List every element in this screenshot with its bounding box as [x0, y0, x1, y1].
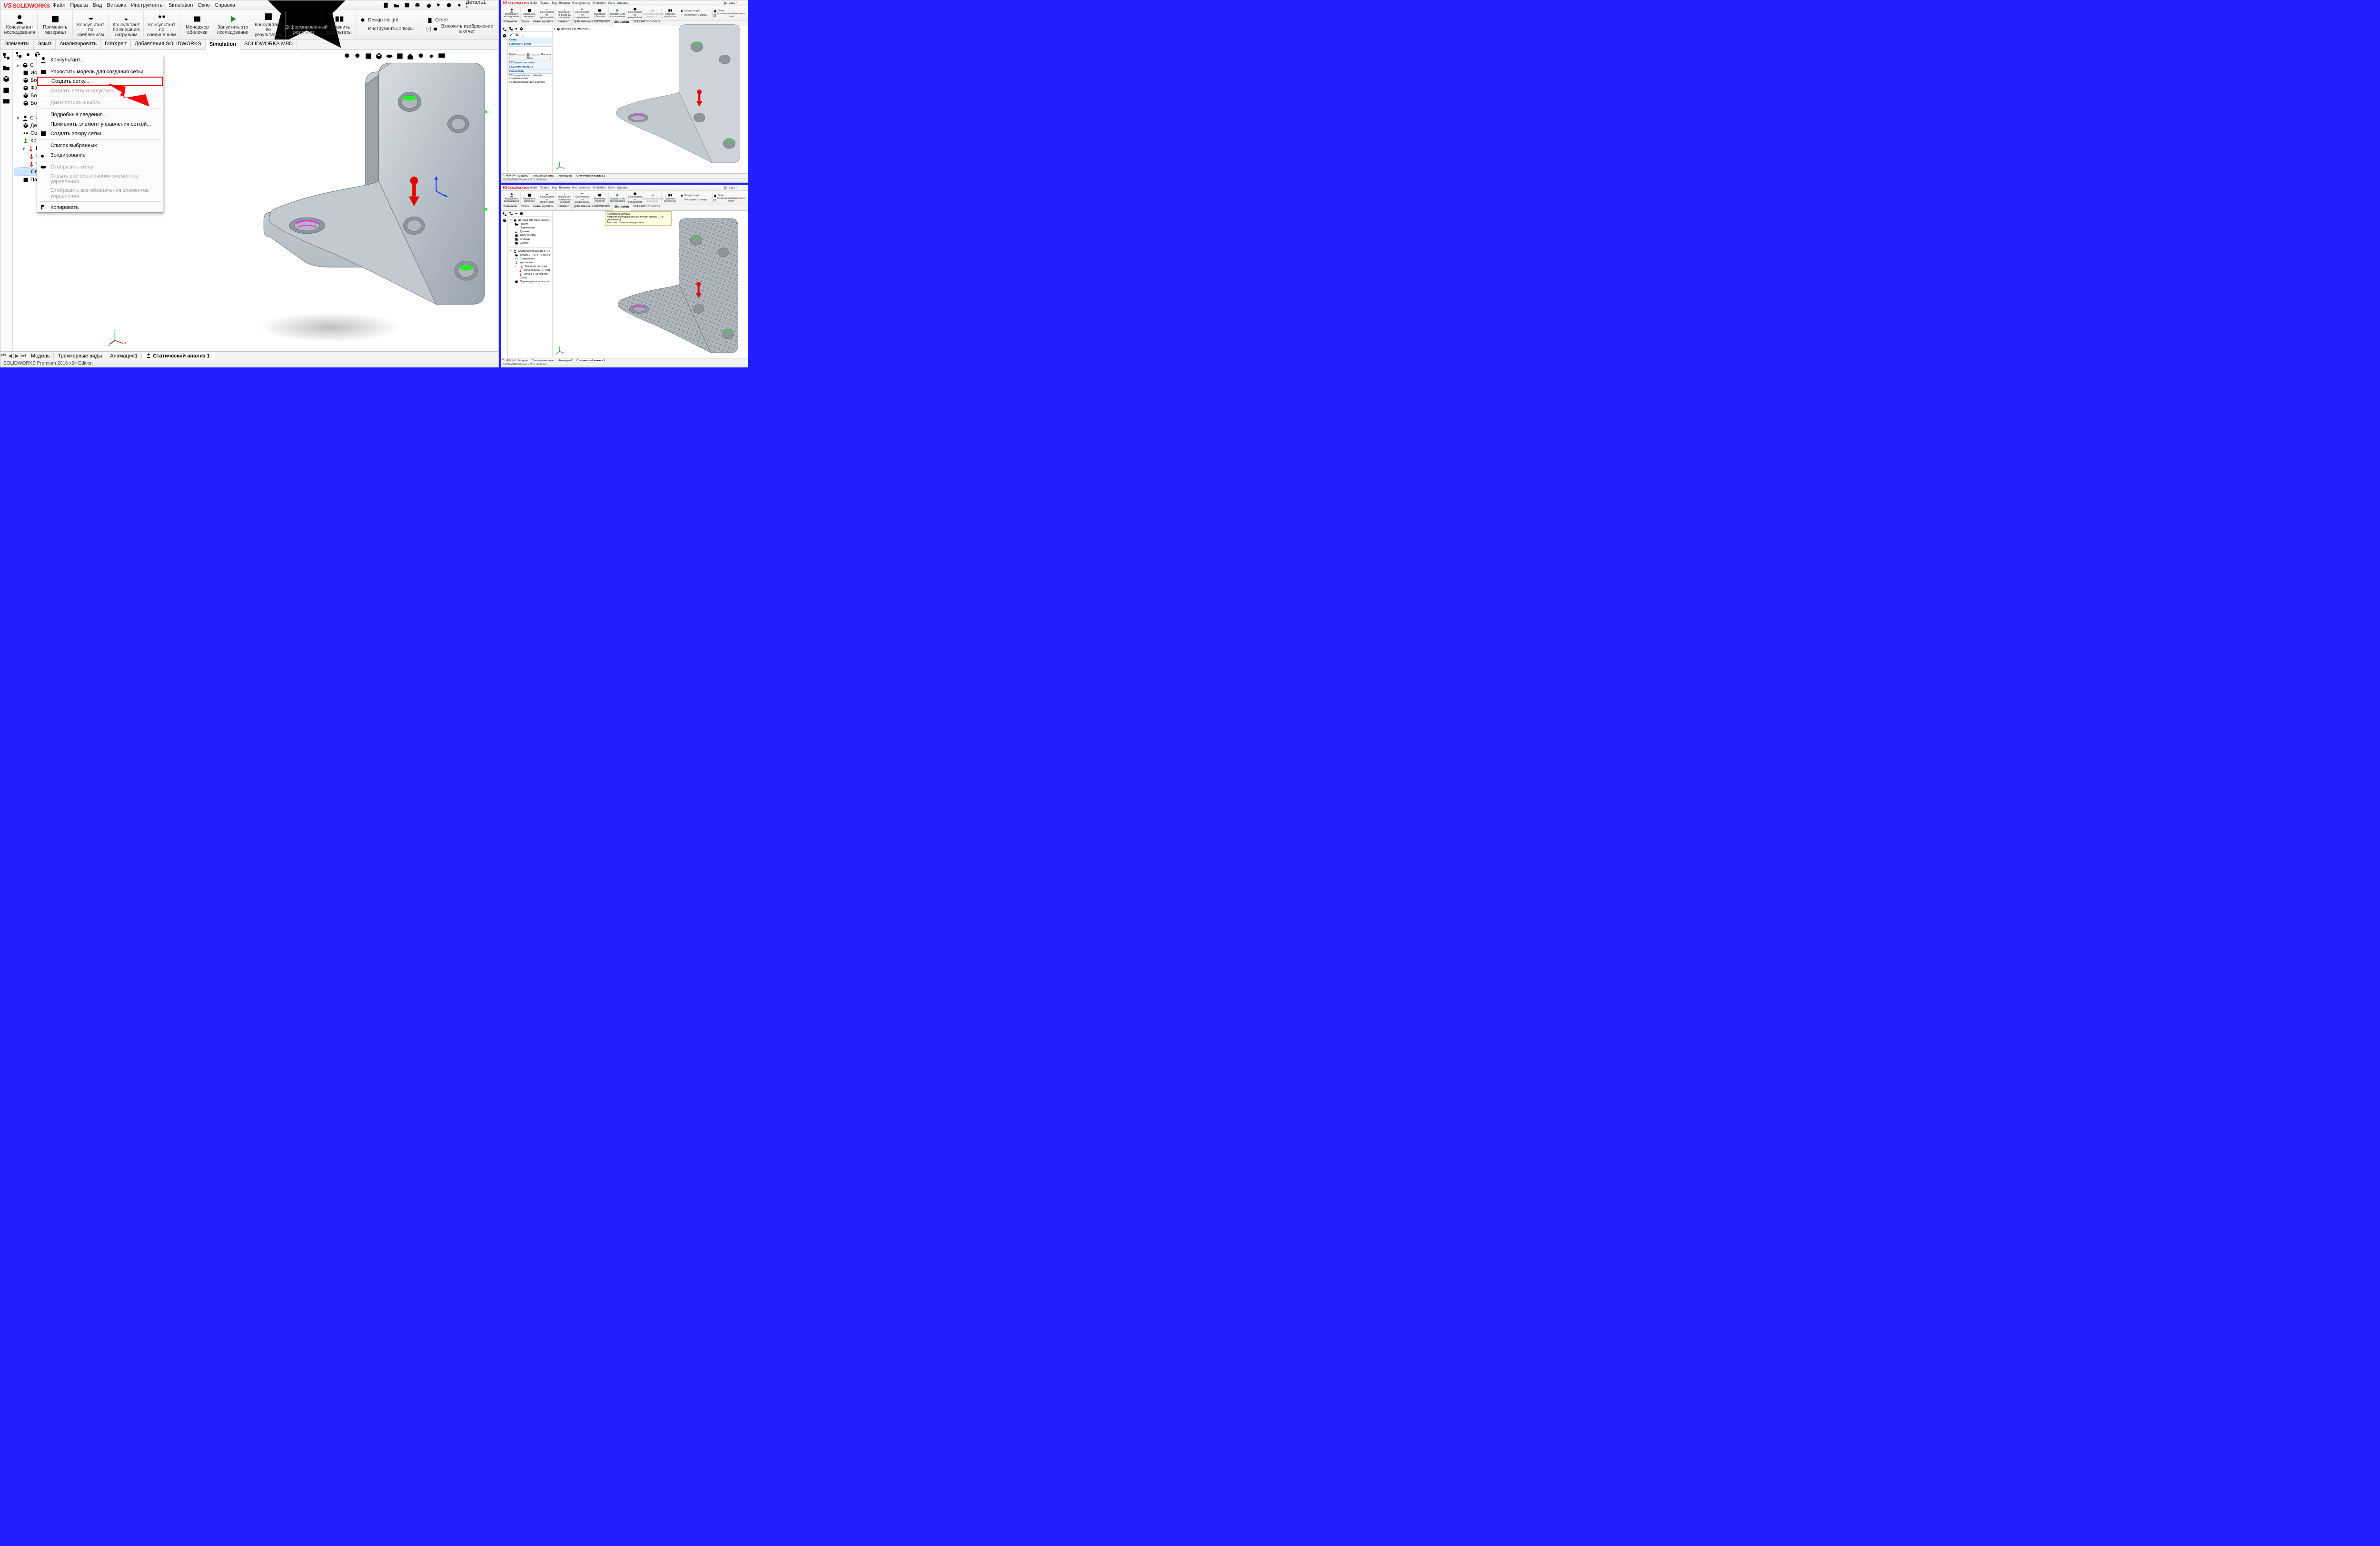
ctx-hide-all-ctrl: Скрыть все обозначения элементов управле…	[37, 172, 163, 186]
menu-insert[interactable]: Вставка	[107, 2, 126, 8]
pm-options: Параметры	[508, 69, 552, 74]
mini-window-meshed: VSSOLIDWORKS ФайлПравкаВидВставкаИнструм…	[501, 185, 748, 367]
pm-mesh-params: ☐ Параметры сетки	[508, 61, 552, 65]
callout-arrow-icon	[108, 84, 150, 108]
mesh-icon	[509, 47, 515, 53]
menu-help[interactable]: Справка	[215, 2, 235, 8]
ribbon-include-image[interactable]: ✓Включить изображение в отчет	[426, 25, 495, 33]
ribbon-external-loads-advisor[interactable]: Консультант по внешним нагрузкам	[109, 11, 144, 38]
opt-save-no-mesh[interactable]: ☐ Сохранить настройки без создания сетки	[509, 74, 551, 80]
new-icon[interactable]	[383, 2, 389, 9]
ribbon-apply-material[interactable]: Применить материал	[38, 11, 73, 38]
ribbon-report-col: Отчет ✓Включить изображение в отчет	[425, 11, 496, 38]
titlebar: VSSOLIDWORKS Файл Правка Вид Вставка Инс…	[0, 0, 498, 10]
cancel-icon[interactable]	[515, 32, 519, 37]
svg-text:Z: Z	[108, 343, 110, 347]
solidworks-logo: VSSOLIDWORKS	[3, 1, 50, 9]
mini-tree[interactable]: ▾Деталь1 (По умолчанию<<По умол History …	[508, 211, 553, 358]
ribbon-shell-manager[interactable]: Менеджер оболочки	[180, 11, 215, 38]
fm-tab-prop-icon[interactable]	[24, 51, 32, 59]
tab-sketch[interactable]: Эскиз	[34, 40, 56, 50]
cube-icon[interactable]	[2, 75, 10, 83]
save-icon[interactable]	[404, 2, 410, 9]
main-menu[interactable]: Файл Правка Вид Вставка Инструменты Simu…	[52, 2, 235, 8]
orientation-triad[interactable]: Y X Z	[108, 327, 127, 347]
section-icon[interactable]	[2, 86, 10, 95]
study-tabs[interactable]: ⏮◀▶⏭ Модель Трехмерные виды Анимация1 Ст…	[0, 351, 498, 360]
mesh-density-slider[interactable]: ГрубоеВысокое	[509, 53, 551, 56]
tab-addins[interactable]: Добавления SOLIDWORKS	[131, 40, 206, 50]
document-title: Деталь1 *	[466, 0, 486, 11]
menu-simulation[interactable]: Simulation	[169, 2, 193, 8]
menu-edit[interactable]: Правка	[70, 2, 88, 8]
main-window: VSSOLIDWORKS Файл Правка Вид Вставка Инс…	[0, 0, 499, 367]
monitor-icon[interactable]	[2, 98, 10, 106]
svg-text:Y: Y	[113, 329, 116, 332]
pin-icon[interactable]	[520, 32, 525, 37]
ribbon-deformed-result: Деформированный результат	[287, 11, 322, 38]
tab-evaluate[interactable]: Анализировать	[56, 40, 101, 50]
quick-access-toolbar	[383, 2, 463, 9]
menu-view[interactable]: Вид	[93, 2, 102, 8]
print-icon[interactable]	[414, 2, 421, 9]
mini-viewport-1[interactable]: ▸ Деталь1 (По умолчани...	[553, 26, 748, 173]
ctx-simplify[interactable]: Упростить модель для создания сетки	[37, 67, 163, 77]
svg-text:X: X	[124, 342, 127, 345]
pm-advanced: ☐ Дополнительно	[508, 65, 552, 69]
filter-icon[interactable]	[2, 63, 10, 72]
mesh-reset-button[interactable]: Сброс	[509, 57, 551, 60]
rebuild-icon[interactable]	[446, 2, 452, 9]
pm-title: Сетка	[508, 38, 552, 42]
ctx-copy[interactable]: Копировать	[37, 203, 163, 212]
ctx-probe[interactable]: Зондирование	[37, 150, 163, 160]
ribbon-fixtures-advisor[interactable]: Консультант по креплениям	[73, 11, 109, 38]
ctx-show-all-ctrl: Отобразить все обозначения элементов упр…	[37, 186, 163, 200]
mesh-property-manager[interactable]: Сетка Плотность сетки ГрубоеВысокое Сбро…	[508, 26, 553, 173]
tab-simulation[interactable]: Simulation	[206, 40, 240, 50]
ribbon-compare-results[interactable]: Сравнить результаты	[322, 11, 357, 38]
tab-dimxpert[interactable]: DimXpert	[101, 40, 131, 50]
open-icon[interactable]	[393, 2, 400, 9]
left-toolbar	[0, 50, 13, 351]
ctx-show-mesh: Отобразить сетку	[37, 162, 163, 172]
bottom-tab-static[interactable]: Статический анализ 1	[142, 352, 214, 359]
statusbar: SOLIDWORKS Premium 2016 x64 Edition	[0, 360, 498, 367]
menu-file[interactable]: Файл	[52, 2, 65, 8]
bottom-tab-animation[interactable]: Анимация1	[106, 353, 142, 359]
ribbon-run-study[interactable]: Запустить это исследование	[216, 11, 251, 38]
undo-icon[interactable]	[425, 2, 431, 9]
tab-features[interactable]: Элементы	[0, 40, 34, 50]
ctx-apply-control[interactable]: Применить элемент управления сеткой...	[37, 119, 163, 129]
fm-tab-tree-icon[interactable]	[15, 51, 22, 59]
bottom-tab-model[interactable]: Модель	[27, 353, 54, 359]
tab-nav[interactable]: ⏮◀▶⏭	[0, 353, 27, 359]
menu-window[interactable]: Окно	[198, 2, 210, 8]
ctx-details[interactable]: Подробные сведения...	[37, 110, 163, 119]
cursor-icon[interactable]	[435, 2, 442, 9]
options-icon[interactable]	[456, 2, 463, 9]
tree-toggle-icon[interactable]	[2, 52, 10, 60]
opt-run-solve[interactable]: ☐ Запуск (решение) анализа	[509, 81, 551, 84]
bottom-tab-3dviews[interactable]: Трехмерные виды	[54, 353, 106, 359]
ribbon-insight-col: Design Insight Инструменты эпюры	[357, 11, 424, 38]
ctx-advisor[interactable]: Консультант...	[37, 55, 163, 65]
ribbon-study-advisor[interactable]: Консультант исследования	[2, 11, 38, 38]
simulation-ribbon: Консультант исследования Применить матер…	[0, 10, 498, 40]
flyout-fm-header[interactable]: ▸ Деталь1 (По умолчани...	[554, 27, 591, 31]
ok-icon[interactable]	[509, 32, 514, 37]
ribbon-results-advisor[interactable]: Консультант по результатам	[251, 11, 286, 38]
mini-viewport-2[interactable]: Имя модели:Деталь1 Название исследования…	[553, 211, 748, 358]
model-bracket	[246, 47, 494, 342]
ribbon-connections-advisor[interactable]: Консультант по соединениям	[144, 11, 179, 38]
mesh-context-menu[interactable]: Консультант... Упростить модель для созд…	[37, 55, 163, 213]
ctx-create-plot[interactable]: Создать эпюру сетки...	[37, 129, 163, 139]
mini-window-mesh-pm: VSSOLIDWORKS ФайлПравкаВидВставкаИнструм…	[501, 0, 748, 183]
menu-tools[interactable]: Инструменты	[131, 2, 164, 8]
ctx-list-selected[interactable]: Список выбранных	[37, 141, 163, 150]
